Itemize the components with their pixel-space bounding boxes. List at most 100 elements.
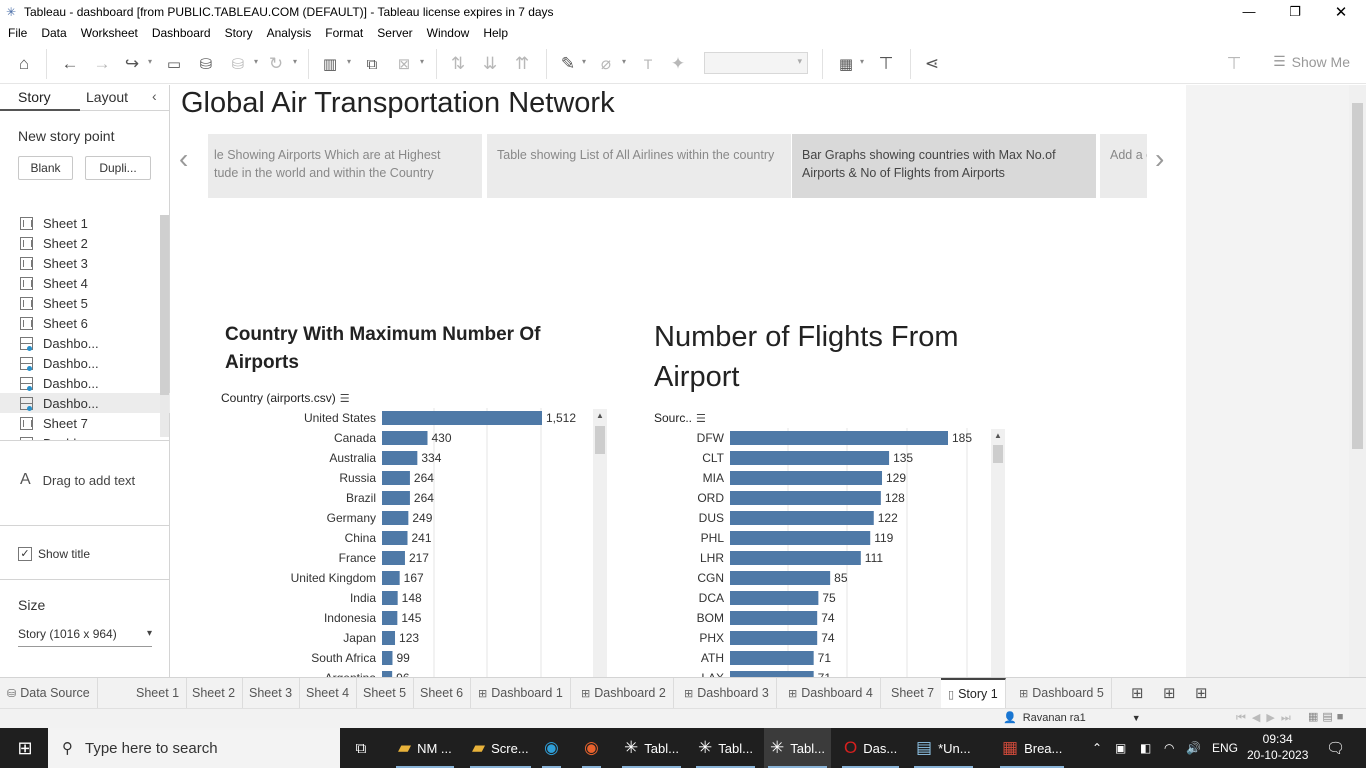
tray-overflow-icon[interactable]: ⌃ <box>1092 728 1102 768</box>
show-me-button[interactable]: ☰ Show Me <box>1273 53 1350 70</box>
taskbar-app[interactable]: ▤ *Un... <box>910 728 977 768</box>
group-icon[interactable]: ⌀ <box>594 52 618 76</box>
chart-flights-scrollbar[interactable]: ▲ <box>991 429 1005 677</box>
menu-analysis[interactable]: Analysis <box>260 23 319 44</box>
taskbar-app[interactable]: ▰ NM ... <box>392 728 458 768</box>
sheet-tab[interactable]: Sheet 4 <box>299 678 358 708</box>
bar[interactable] <box>730 651 814 665</box>
scroll-thumb[interactable] <box>595 426 605 454</box>
story-point-caption[interactable]: Add a c <box>1100 134 1147 198</box>
presentation-mode-icon[interactable]: ⊤ <box>874 52 898 76</box>
taskbar-app[interactable]: O Das... <box>838 728 903 768</box>
notifications-icon[interactable]: 🗨 <box>1326 728 1345 768</box>
sheet-tab[interactable]: Sheet 6 <box>413 678 472 708</box>
network-icon[interactable]: ◧ <box>1140 728 1151 768</box>
menu-server[interactable]: Server <box>370 23 419 44</box>
bar[interactable] <box>382 591 398 605</box>
clear-caret-icon[interactable]: ▾ <box>420 57 424 66</box>
bar[interactable] <box>730 611 818 625</box>
canvas-scrollbar[interactable] <box>1349 85 1366 677</box>
new-worksheet-tab-icon[interactable]: ⊞ <box>1124 678 1151 708</box>
bar[interactable] <box>382 611 398 625</box>
tray-app-icon[interactable]: ▣ <box>1115 728 1126 768</box>
bar[interactable] <box>730 491 881 505</box>
previous-story-point-icon[interactable]: ‹ <box>179 143 188 175</box>
sheet-tab[interactable]: ⊞ Dashboard 1 <box>471 678 571 708</box>
duplicate-button[interactable]: Dupli... <box>85 156 151 180</box>
home-icon[interactable]: ⌂ <box>12 52 36 76</box>
new-dashboard-tab-icon[interactable]: ⊞ <box>1156 678 1183 708</box>
show-cards-icon[interactable]: ▦ <box>834 52 858 76</box>
sheet-navigation-icon[interactable]: ⏮◀▶⏭ <box>1236 711 1297 725</box>
new-sheet-icon[interactable]: ▥ <box>318 52 342 76</box>
minimize-button[interactable]: — <box>1226 0 1272 23</box>
new-datasource-icon[interactable]: ⛁ <box>194 52 218 76</box>
chart-airports-scrollbar[interactable]: ▲ <box>593 409 607 677</box>
blank-button[interactable]: Blank <box>18 156 73 180</box>
pin-axis-icon[interactable]: ✦ <box>666 52 690 76</box>
bar[interactable] <box>382 631 396 645</box>
scroll-up-icon[interactable]: ▲ <box>991 431 1005 440</box>
size-dropdown[interactable]: Story (1016 x 964) <box>18 627 152 647</box>
clear-sheet-icon[interactable]: ⊠ <box>392 52 416 76</box>
refresh-icon[interactable]: ↻ <box>264 52 288 76</box>
windows-start-icon[interactable]: ⊞ <box>12 728 38 768</box>
axis-header-source[interactable]: Sourc.. ☰ <box>654 411 706 425</box>
show-cards-caret-icon[interactable]: ▾ <box>860 57 864 66</box>
redo-icon[interactable]: → <box>90 52 114 76</box>
bar[interactable] <box>730 511 874 525</box>
scroll-up-icon[interactable]: ▲ <box>593 411 607 420</box>
menu-story[interactable]: Story <box>218 23 260 44</box>
sort-descending-icon[interactable]: ⇈ <box>510 52 534 76</box>
menu-file[interactable]: File <box>1 23 34 44</box>
labels-icon[interactable]: T <box>636 52 660 76</box>
sheet-list-item[interactable]: Sheet 4 <box>0 273 170 293</box>
menu-data[interactable]: Data <box>34 23 73 44</box>
menu-help[interactable]: Help <box>476 23 515 44</box>
drag-to-add-text[interactable]: A Drag to add text <box>20 471 135 489</box>
sheet-tab[interactable]: Sheet 7 <box>884 678 943 708</box>
axis-header-country[interactable]: Country (airports.csv) ☰ <box>221 391 350 405</box>
collapse-panel-icon[interactable]: ‹ <box>152 88 157 104</box>
bar[interactable] <box>730 451 890 465</box>
swap-rows-columns-icon[interactable]: ⇅ <box>446 52 470 76</box>
save-icon[interactable]: ▭ <box>162 52 186 76</box>
replay-icon[interactable]: ↪ <box>120 52 144 76</box>
volume-icon[interactable]: 🔊 <box>1186 728 1201 768</box>
sheet-list-item[interactable]: Sheet 2 <box>0 233 170 253</box>
taskbar-app[interactable]: ✳ Tabl... <box>764 728 831 768</box>
sheet-tab[interactable]: ⊞ Dashboard 2 <box>574 678 674 708</box>
sheet-list-item[interactable]: Dashbo... <box>0 393 170 413</box>
bar[interactable] <box>382 431 428 445</box>
clock[interactable]: 09:34 20-10-2023 <box>1247 731 1308 763</box>
menu-format[interactable]: Format <box>318 23 370 44</box>
pause-caret-icon[interactable]: ▾ <box>254 57 258 66</box>
new-sheet-caret-icon[interactable]: ▾ <box>347 57 351 66</box>
bar[interactable] <box>382 551 405 565</box>
sheet-list-item[interactable]: Sheet 6 <box>0 313 170 333</box>
sheet-list-scroll-thumb[interactable] <box>160 215 169 395</box>
story-point-caption[interactable]: Bar Graphs showing countries with Max No… <box>792 134 1096 198</box>
sheet-tab[interactable]: Sheet 2 <box>185 678 244 708</box>
bar[interactable] <box>730 531 871 545</box>
bar[interactable] <box>730 551 861 565</box>
show-title-option[interactable]: ✓ Show title <box>18 547 90 561</box>
story-point-caption[interactable]: Table showing List of All Airlines withi… <box>487 134 791 198</box>
sort-ascending-icon[interactable]: ⇊ <box>478 52 502 76</box>
story-point-caption[interactable]: le Showing Airports Which are at Highest… <box>208 134 482 198</box>
duplicate-sheet-icon[interactable]: ⧉ <box>360 52 384 76</box>
sheet-tab[interactable]: ▯ Story 1 <box>941 678 1006 708</box>
sheet-list-item[interactable]: Dashbo... <box>0 353 170 373</box>
bar[interactable] <box>382 411 542 425</box>
sort-icon[interactable]: ☰ <box>340 392 350 405</box>
show-title-checkbox[interactable]: ✓ <box>18 547 32 561</box>
refresh-caret-icon[interactable]: ▾ <box>293 57 297 66</box>
taskbar-app[interactable]: ◉ <box>578 728 605 768</box>
sheet-list-item[interactable]: Dashbo... <box>0 333 170 353</box>
sheet-list-item[interactable]: Dashbo... <box>0 433 170 440</box>
bar[interactable] <box>730 431 948 445</box>
scroll-thumb[interactable] <box>993 445 1003 463</box>
view-mode-icon[interactable]: ▦▤■ <box>1308 710 1347 723</box>
replay-caret-icon[interactable]: ▾ <box>148 57 152 66</box>
sheet-tab[interactable]: ⊞ Dashboard 3 <box>677 678 777 708</box>
